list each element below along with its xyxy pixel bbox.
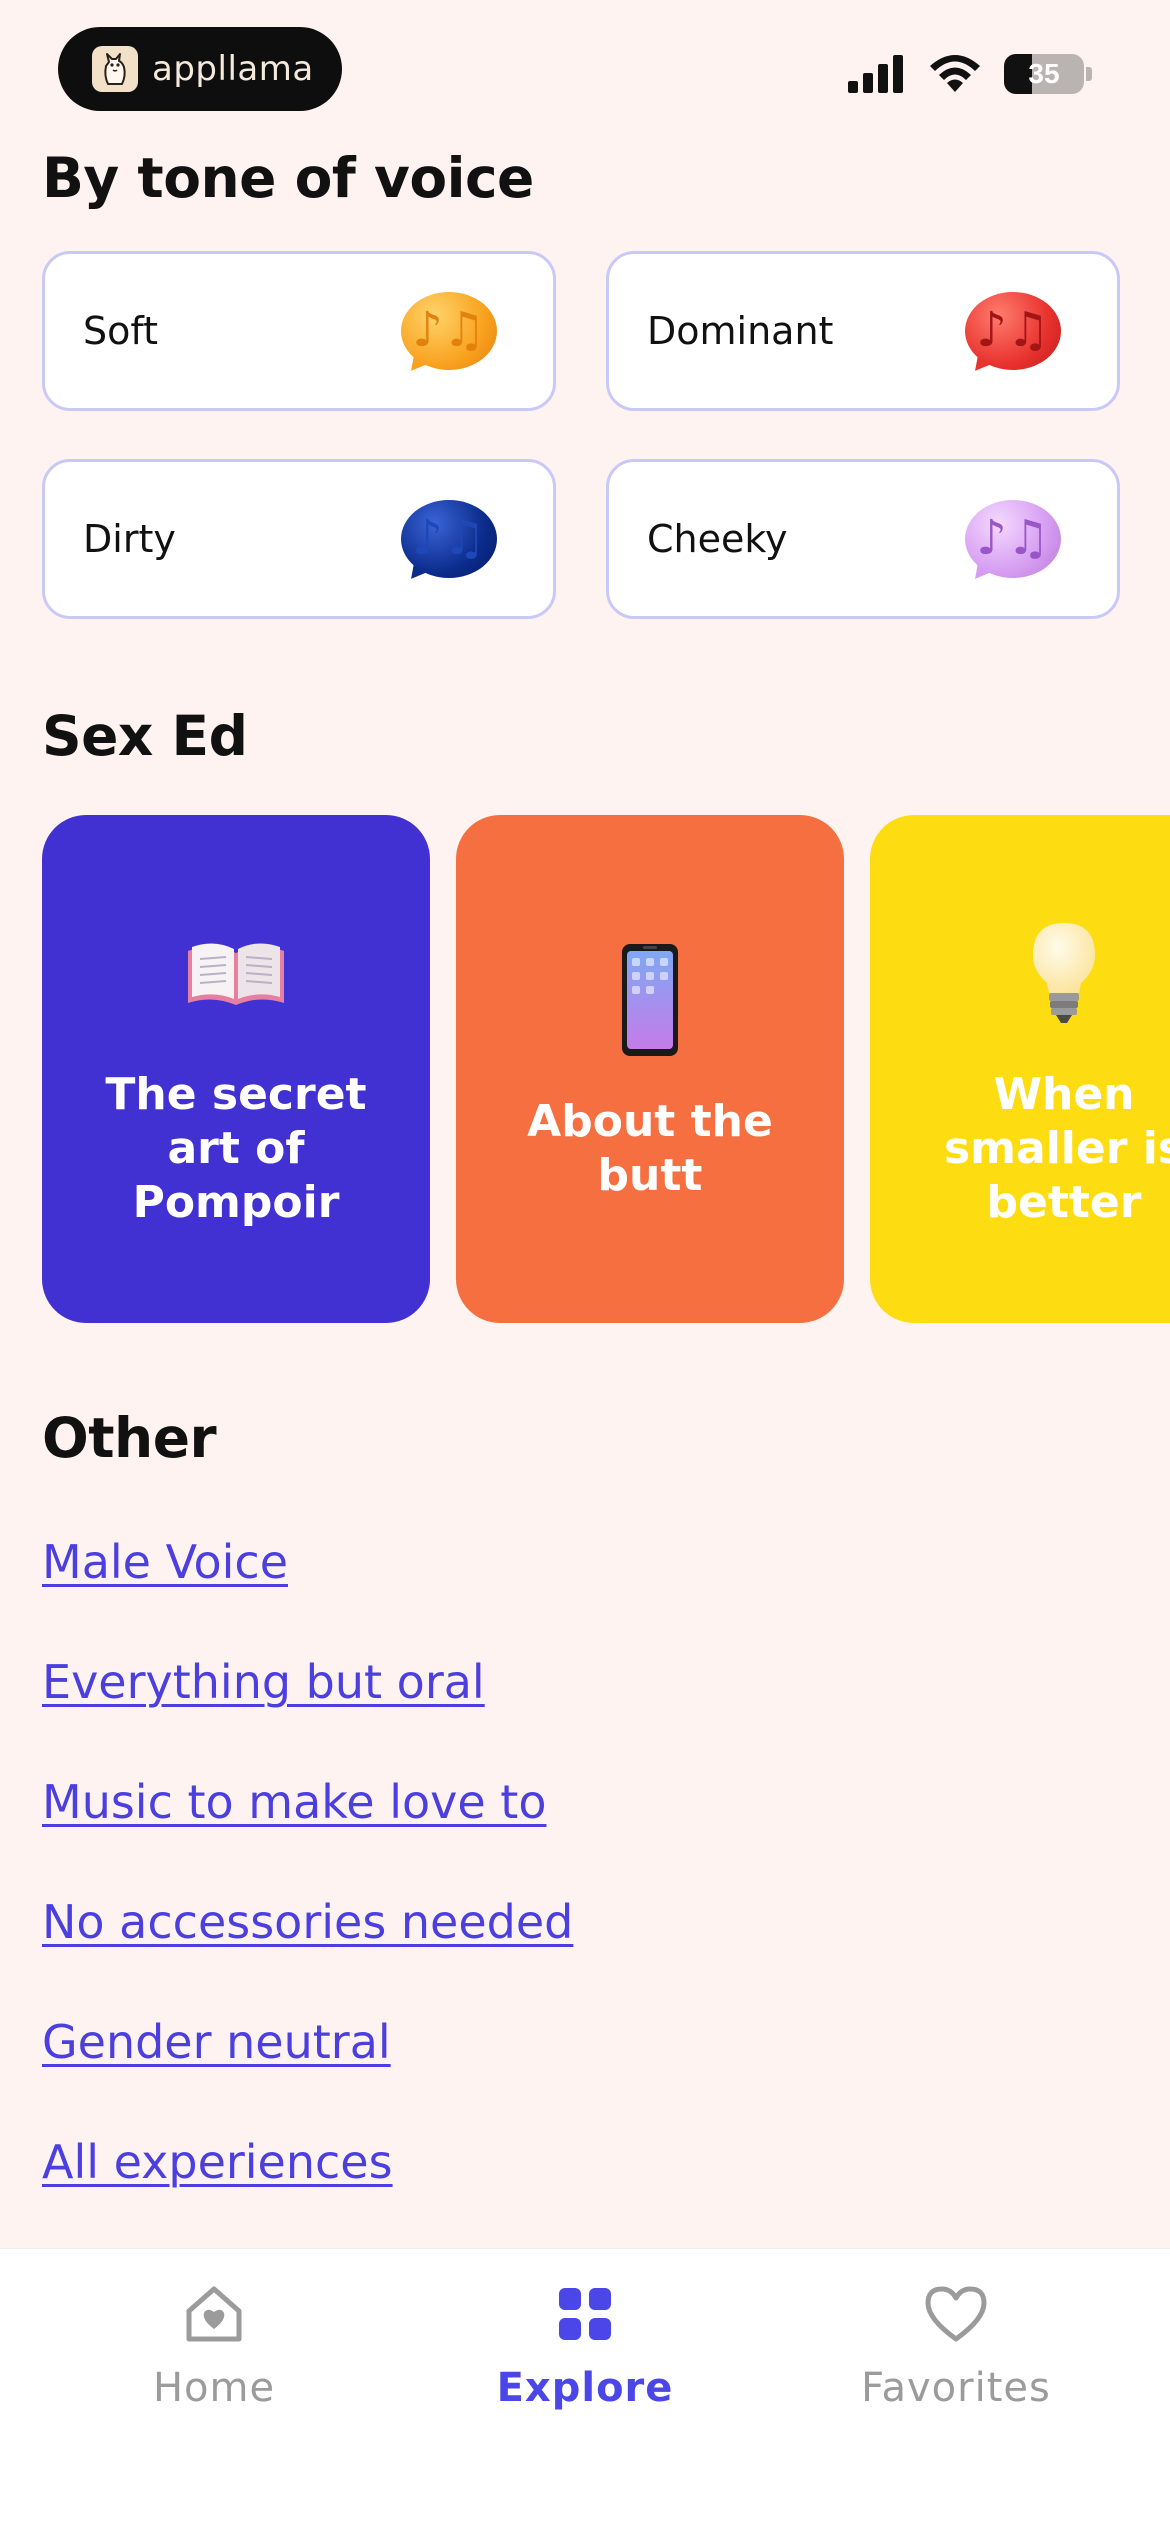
tone-card-soft[interactable]: Soft ♪♫ [42, 251, 556, 411]
sex-ed-card-title: When smaller is better [943, 1069, 1170, 1228]
lilac-music-bubble-icon: ♪♫ [965, 500, 1061, 587]
grid-icon [557, 2279, 613, 2349]
tab-home[interactable]: Home [84, 2279, 344, 2411]
sex-ed-carousel[interactable]: The secret art of Pompoir About the butt… [0, 815, 1170, 1325]
heart-icon [924, 2279, 988, 2349]
sex-ed-card-title: The secret art of Pompoir [105, 1069, 367, 1228]
other-section-title: Other [42, 1406, 217, 1470]
app-indicator-pill[interactable]: appllama [58, 27, 342, 111]
battery-tip [1086, 67, 1092, 81]
orange-music-bubble-icon: ♪♫ [401, 292, 497, 379]
tab-label: Favorites [861, 2365, 1051, 2411]
tone-card-dominant[interactable]: Dominant ♪♫ [606, 251, 1120, 411]
tab-label: Home [152, 2365, 276, 2411]
tab-favorites[interactable]: Favorites [826, 2279, 1086, 2411]
status-bar: appllama 35 [0, 0, 1170, 140]
sex-ed-card-butt[interactable]: About the butt [456, 815, 844, 1323]
battery-icon: 35 [1004, 54, 1084, 94]
tone-card-label: Soft [83, 309, 158, 353]
link-gender-neutral[interactable]: Gender neutral [42, 2015, 391, 2069]
tone-card-label: Dominant [647, 309, 834, 353]
mobile-phone-icon [620, 935, 680, 1065]
tone-card-label: Cheeky [647, 517, 788, 561]
wifi-icon [930, 55, 980, 92]
link-no-accessories-needed[interactable]: No accessories needed [42, 1895, 573, 1949]
tab-explore[interactable]: Explore [455, 2279, 715, 2411]
link-all-experiences[interactable]: All experiences [42, 2135, 393, 2189]
home-heart-icon [183, 2279, 245, 2349]
tone-card-cheeky[interactable]: Cheeky ♪♫ [606, 459, 1120, 619]
sex-ed-card-smaller[interactable]: When smaller is better [870, 815, 1170, 1323]
link-everything-but-oral[interactable]: Everything but oral [42, 1655, 485, 1709]
app-name: appllama [152, 49, 314, 89]
llama-logo-icon [92, 46, 138, 92]
status-icons: 35 [848, 54, 1092, 94]
bottom-tab-bar: Home Explore Favorites [0, 2248, 1170, 2533]
navy-music-bubble-icon: ♪♫ [401, 500, 497, 587]
tone-card-label: Dirty [83, 517, 176, 561]
sex-ed-section-title: Sex Ed [42, 704, 248, 768]
red-music-bubble-icon: ♪♫ [965, 292, 1061, 379]
link-male-voice[interactable]: Male Voice [42, 1535, 288, 1589]
battery-percent: 35 [1028, 58, 1060, 89]
tone-card-dirty[interactable]: Dirty ♪♫ [42, 459, 556, 619]
open-book-icon [184, 908, 288, 1038]
tone-section-title: By tone of voice [42, 146, 534, 210]
link-music-to-make-love-to[interactable]: Music to make love to [42, 1775, 546, 1829]
sex-ed-card-pompoir[interactable]: The secret art of Pompoir [42, 815, 430, 1323]
sex-ed-card-title: About the butt [527, 1096, 773, 1201]
light-bulb-icon [1029, 908, 1099, 1038]
tab-label: Explore [496, 2365, 674, 2411]
cellular-signal-icon [848, 55, 903, 93]
